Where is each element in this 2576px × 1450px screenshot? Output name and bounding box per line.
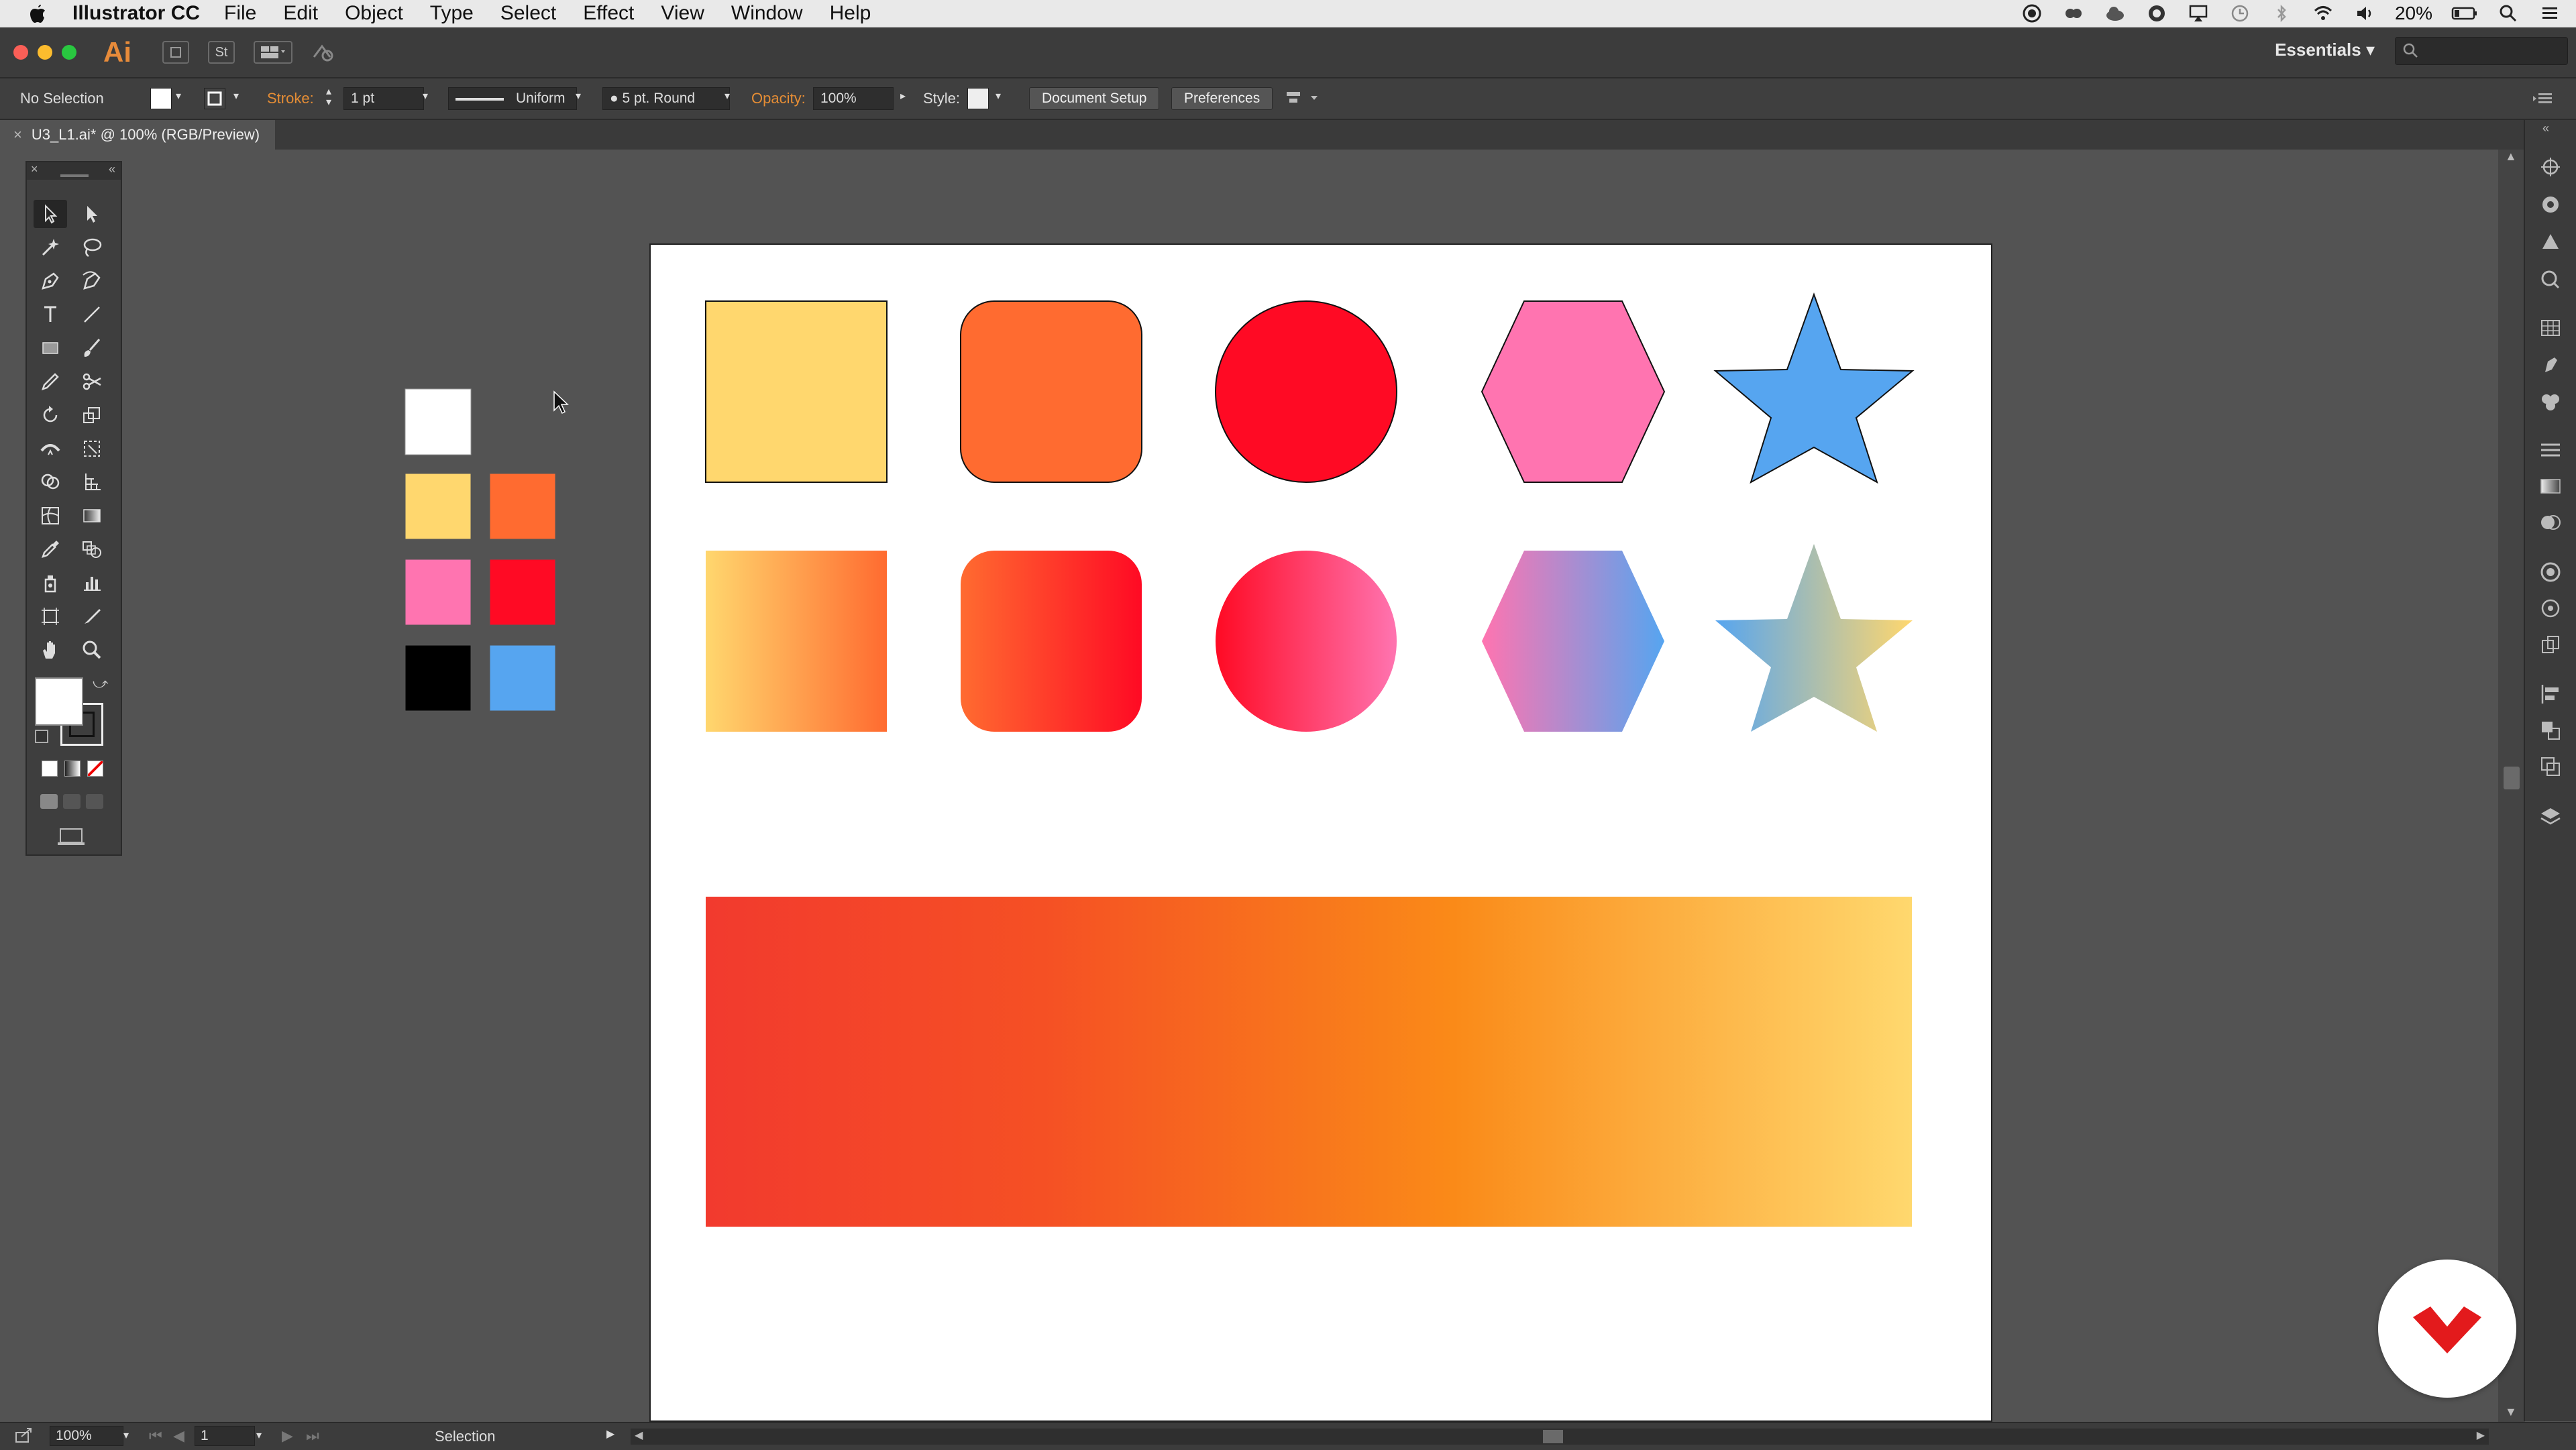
swatch-red[interactable] [489, 559, 556, 626]
brushes-icon[interactable] [2538, 268, 2563, 292]
last-artboard-button[interactable]: ⏭ [306, 1427, 319, 1445]
shape-pink-hexagon[interactable] [1481, 300, 1666, 483]
shape-gradient-hexagon[interactable] [1482, 551, 1664, 732]
transform-icon[interactable] [2538, 755, 2563, 779]
spotlight-icon[interactable] [2497, 3, 2520, 23]
shape-orange-rounded-square[interactable] [960, 300, 1142, 483]
artboards-icon[interactable] [2538, 632, 2563, 657]
layers-icon[interactable] [2538, 804, 2563, 828]
horizontal-scrollbar[interactable]: ◀ ▶ [631, 1429, 2489, 1445]
swatch-black[interactable] [405, 645, 472, 712]
pathfinder-icon[interactable] [2538, 718, 2563, 742]
vertical-scrollbar[interactable]: ▲ ▼ [2498, 150, 2525, 1422]
panel-dock: « [2524, 120, 2576, 1421]
swatch-blue[interactable] [489, 645, 556, 712]
zoom-dropdown[interactable]: ▾ [123, 1429, 129, 1442]
symbols-icon[interactable] [2538, 316, 2563, 340]
scroll-down-arrow[interactable]: ▼ [2505, 1405, 2517, 1419]
gradient-panel-icon[interactable] [2538, 474, 2563, 498]
fill-color-box[interactable] [35, 677, 83, 726]
shape-gradient-star[interactable] [1715, 544, 1913, 732]
swatch-white[interactable] [405, 388, 472, 455]
next-artboard-button[interactable]: ▶ [282, 1427, 293, 1445]
asset-export-icon[interactable] [2538, 596, 2563, 620]
swatch-orange[interactable] [489, 473, 556, 540]
vertical-scroll-thumb[interactable] [2504, 767, 2520, 789]
shape-gradient-rounded-square[interactable] [961, 551, 1142, 732]
appearance-icon[interactable] [2538, 388, 2563, 412]
scroll-right-arrow[interactable]: ▶ [2477, 1429, 2485, 1442]
scroll-left-arrow[interactable]: ◀ [635, 1429, 643, 1442]
brand-logo-icon [2413, 1306, 2481, 1353]
swatch-yellow[interactable] [405, 473, 472, 540]
align-icon[interactable] [2538, 682, 2563, 706]
previous-artboard-button[interactable]: ◀ [173, 1427, 184, 1445]
mouse-cursor-icon [553, 390, 569, 414]
shape-gradient-square[interactable] [706, 551, 887, 732]
horizontal-scroll-thumb[interactable] [1543, 1430, 1563, 1443]
stroke-panel-icon[interactable] [2538, 438, 2563, 462]
zoom-level-field[interactable]: 100% [50, 1426, 123, 1446]
artboard[interactable] [649, 243, 1992, 1422]
status-bar: 100% ▾ ⏮ ◀ 1 ▾ ▶ ⏭ Selection ▶ ◀ ▶ [0, 1422, 2576, 1450]
artboard-number-field[interactable]: 1 [195, 1426, 255, 1446]
libraries-icon[interactable] [2538, 560, 2563, 584]
current-tool-status[interactable]: Selection [435, 1428, 496, 1445]
notification-center-icon[interactable] [2538, 3, 2561, 23]
shape-yellow-square[interactable] [705, 300, 888, 483]
artwork [705, 292, 1915, 1227]
shape-gradient-circle[interactable] [1216, 551, 1397, 732]
swatch-pink[interactable] [405, 559, 472, 626]
graphic-styles-icon[interactable] [2538, 352, 2563, 376]
share-icon[interactable] [15, 1427, 34, 1447]
shape-red-circle[interactable] [1215, 300, 1397, 483]
color-guide-icon[interactable] [2538, 155, 2563, 179]
status-menu-arrow[interactable]: ▶ [606, 1427, 614, 1441]
shape-blue-star[interactable] [1713, 292, 1915, 484]
brand-badge [2378, 1260, 2516, 1398]
scroll-up-arrow[interactable]: ▲ [2505, 150, 2517, 164]
gradient-bar[interactable] [706, 897, 1912, 1227]
panel-menu-icon[interactable] [2532, 88, 2555, 112]
first-artboard-button[interactable]: ⏮ [149, 1427, 162, 1445]
expand-dock-icon[interactable]: « [2542, 121, 2549, 135]
artboard-dropdown[interactable]: ▾ [256, 1429, 262, 1442]
swatches-icon[interactable] [2538, 230, 2563, 254]
transparency-icon[interactable] [2538, 510, 2563, 535]
color-icon[interactable] [2538, 192, 2563, 217]
